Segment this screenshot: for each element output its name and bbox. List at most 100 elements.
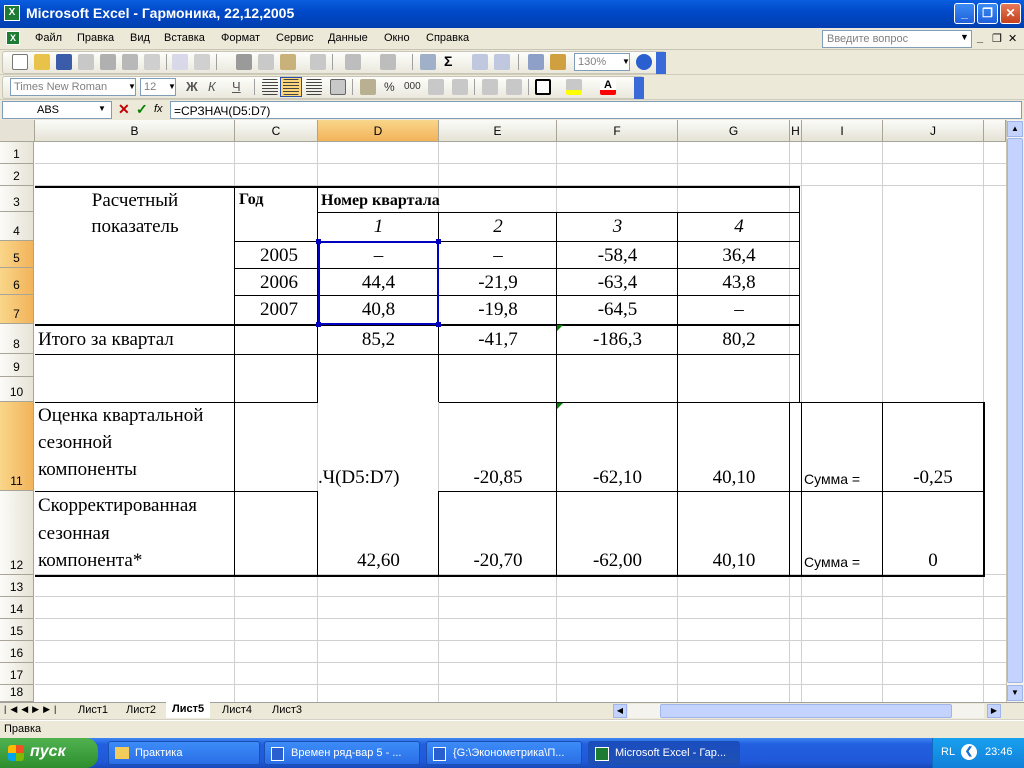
seasonal-label-line2[interactable]: сезонной: [38, 432, 112, 454]
year-cell[interactable]: 2006: [235, 272, 298, 294]
align-left-icon[interactable]: [262, 79, 278, 95]
worksheet[interactable]: B C D E F G H I J 1 2 3 4 5 6 7 8 9 10 1…: [0, 120, 1024, 702]
increase-decimal-icon[interactable]: [428, 79, 444, 95]
menu-tools[interactable]: Сервис: [276, 32, 314, 44]
indicator-header-line2[interactable]: показатель: [35, 216, 235, 238]
underline-button[interactable]: Ч: [232, 79, 241, 94]
autosum-icon[interactable]: Σ: [444, 53, 452, 69]
font-dropdown-icon[interactable]: ▼: [128, 82, 136, 91]
column-header-j[interactable]: J: [883, 120, 984, 142]
ask-dropdown-icon[interactable]: ▼: [960, 32, 969, 42]
column-header-e[interactable]: E: [439, 120, 557, 142]
scroll-up-icon[interactable]: ▲: [1007, 121, 1023, 137]
restore-button[interactable]: ❐: [977, 3, 998, 24]
row-header-1[interactable]: 1: [0, 142, 34, 164]
tab-sheet4[interactable]: Лист4: [216, 703, 258, 719]
minimize-button[interactable]: _: [954, 3, 975, 24]
menu-view[interactable]: Вид: [130, 32, 150, 44]
total-cell-g8[interactable]: 80,2: [678, 329, 800, 351]
column-header-g[interactable]: G: [678, 120, 790, 142]
name-box-dropdown-icon[interactable]: ▼: [98, 104, 106, 113]
seasonal-cell-e11[interactable]: -20,85: [439, 467, 557, 489]
row-header-6[interactable]: 6: [0, 268, 34, 295]
data-cell-f7[interactable]: -64,5: [557, 299, 678, 321]
drawing-icon[interactable]: [550, 54, 566, 70]
scroll-down-icon[interactable]: ▼: [1007, 685, 1023, 701]
active-cell-editing[interactable]: .Ч(D5:D7): [318, 467, 439, 489]
data-cell-g6[interactable]: 43,8: [678, 272, 800, 294]
vertical-scroll-thumb[interactable]: [1007, 138, 1023, 683]
quarter-1-header[interactable]: 1: [318, 216, 439, 238]
chevron-left-icon[interactable]: ❮: [961, 744, 977, 760]
adjusted-cell-f12[interactable]: -62,00: [557, 550, 678, 572]
enter-icon[interactable]: ✓: [136, 101, 148, 118]
data-cell-g5[interactable]: 36,4: [678, 245, 800, 267]
menu-insert[interactable]: Вставка: [164, 32, 205, 44]
toolbar-options-icon[interactable]: [634, 77, 644, 99]
adjusted-cell-g12[interactable]: 40,10: [678, 550, 790, 572]
cancel-icon[interactable]: ✕: [118, 101, 130, 118]
doc-minimize-button[interactable]: _: [977, 32, 983, 44]
column-header-h[interactable]: H: [790, 120, 802, 142]
new-icon[interactable]: [12, 54, 28, 70]
horizontal-scroll-thumb[interactable]: [660, 704, 952, 718]
formula-input[interactable]: =СРЗНАЧ(D5:D7): [170, 101, 1022, 119]
row-header-7[interactable]: 7: [0, 295, 34, 324]
increase-indent-icon[interactable]: [506, 79, 522, 95]
chart-wizard-icon[interactable]: [528, 54, 544, 70]
sort-descending-icon[interactable]: [494, 54, 510, 70]
quarter-4-header[interactable]: 4: [678, 216, 800, 238]
adjusted-label-line2[interactable]: сезонная: [38, 523, 110, 545]
row-header-4[interactable]: 4: [0, 212, 34, 241]
paste-icon[interactable]: [280, 54, 296, 70]
menu-file[interactable]: Файл: [35, 32, 62, 44]
column-header-b[interactable]: B: [35, 120, 235, 142]
column-header-f[interactable]: F: [557, 120, 678, 142]
zoom-dropdown-icon[interactable]: ▼: [622, 57, 630, 66]
data-cell-g7[interactable]: –: [678, 299, 800, 321]
tab-navigation-icons[interactable]: |◀◀▶▶|: [4, 704, 60, 715]
total-label[interactable]: Итого за квартал: [38, 329, 174, 351]
total-cell-f8[interactable]: -186,3: [557, 329, 678, 351]
tab-sheet5[interactable]: Лист5: [166, 702, 211, 718]
adjusted-label[interactable]: Скорректированная: [38, 495, 197, 517]
error-indicator[interactable]: [557, 403, 563, 409]
currency-icon[interactable]: [360, 79, 376, 95]
row-header-15[interactable]: 15: [0, 619, 34, 641]
row-header-12[interactable]: 12: [0, 491, 34, 575]
year-header[interactable]: Год: [239, 191, 263, 209]
total-cell-e8[interactable]: -41,7: [439, 329, 557, 351]
column-header-next[interactable]: [984, 120, 1006, 142]
menu-format[interactable]: Формат: [221, 32, 260, 44]
font-name-combo[interactable]: Times New Roman: [10, 78, 136, 96]
size-dropdown-icon[interactable]: ▼: [168, 82, 176, 91]
fill-color-icon[interactable]: [566, 79, 582, 95]
copy-icon[interactable]: [258, 54, 274, 70]
data-cell-e5[interactable]: –: [439, 245, 557, 267]
adjusted-cell-d12[interactable]: 42,60: [318, 550, 439, 572]
row-header-10[interactable]: 10: [0, 377, 34, 402]
row-header-2[interactable]: 2: [0, 164, 34, 186]
row-header-17[interactable]: 17: [0, 663, 34, 685]
spelling-icon[interactable]: [172, 54, 188, 70]
quarter-2-header[interactable]: 2: [439, 216, 557, 238]
task-practice[interactable]: Практика: [108, 741, 260, 765]
italic-button[interactable]: К: [208, 79, 216, 94]
thousands-button[interactable]: 000: [404, 81, 421, 92]
insert-function-icon[interactable]: fx: [154, 103, 163, 115]
indicator-header[interactable]: Расчетный: [35, 190, 235, 212]
hyperlink-icon[interactable]: [420, 54, 436, 70]
seasonal-label-line3[interactable]: компоненты: [38, 459, 137, 481]
row-header-9[interactable]: 9: [0, 354, 34, 377]
tab-sheet1[interactable]: Лист1: [72, 703, 114, 719]
name-box[interactable]: ABS: [2, 101, 112, 119]
tab-sheet2[interactable]: Лист2: [120, 703, 162, 719]
selection-handle[interactable]: [316, 239, 321, 244]
column-header-d[interactable]: D: [318, 120, 439, 142]
column-header-i[interactable]: I: [802, 120, 883, 142]
sort-ascending-icon[interactable]: [472, 54, 488, 70]
excel-app-icon[interactable]: X: [4, 5, 20, 21]
year-cell[interactable]: 2005: [235, 245, 298, 267]
adjusted-cell-e12[interactable]: -20,70: [439, 550, 557, 572]
quarter-header[interactable]: Номер квартала: [321, 192, 440, 210]
